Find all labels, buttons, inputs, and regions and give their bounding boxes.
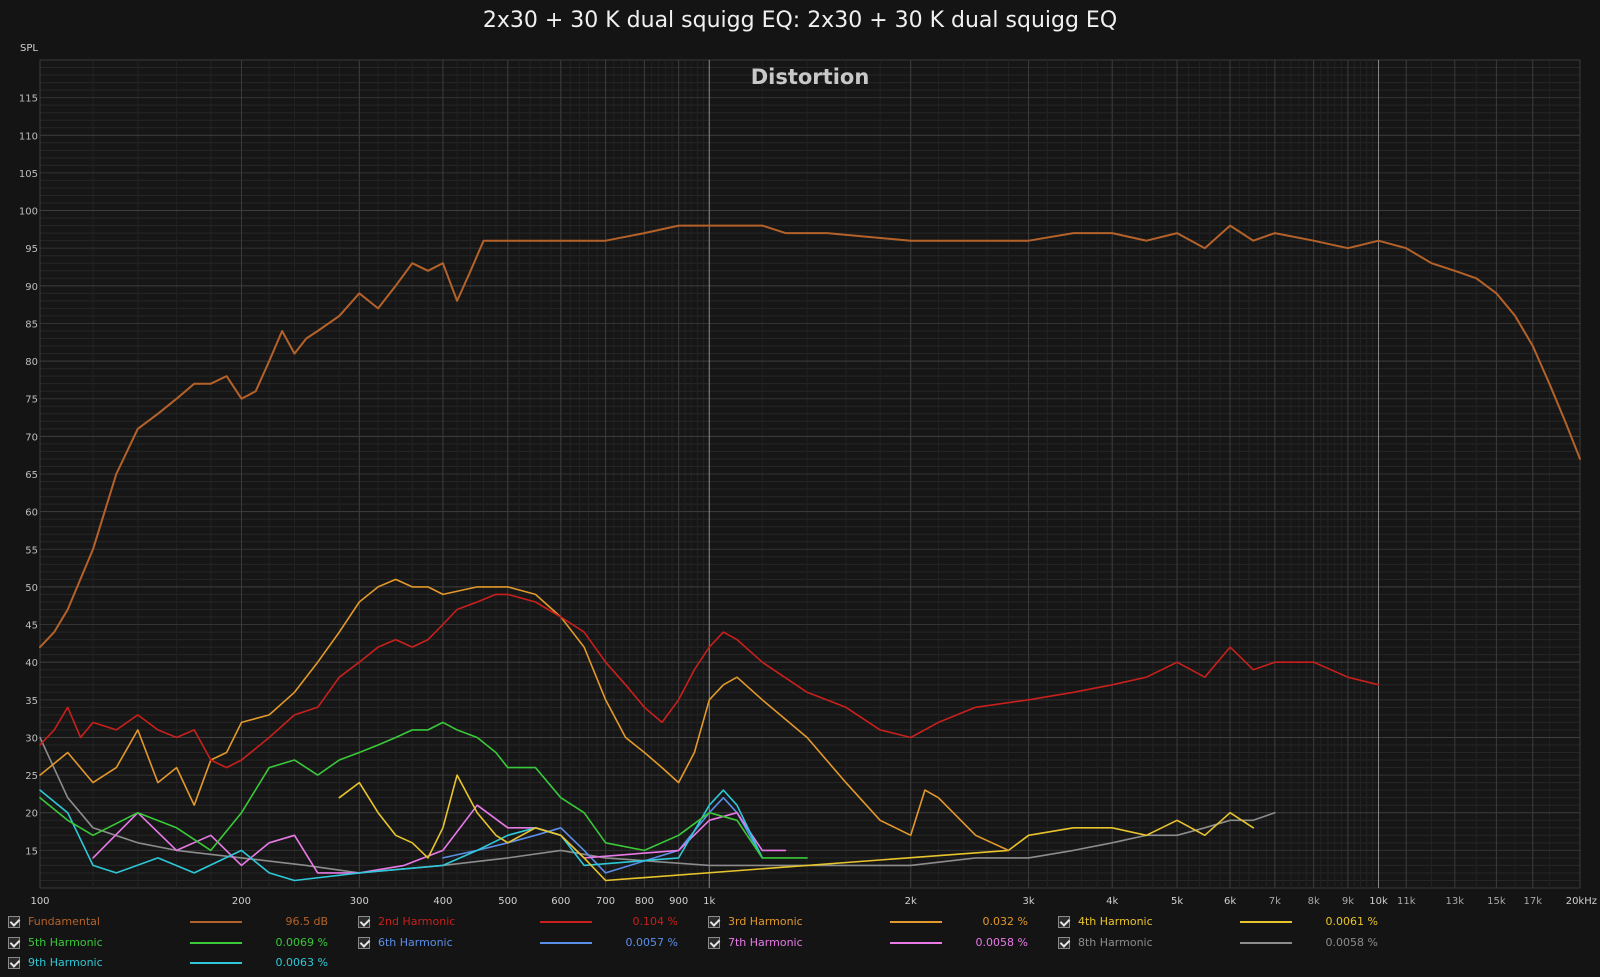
legend-label: 7th Harmonic bbox=[728, 935, 803, 949]
legend-value: 0.0058 % bbox=[1325, 935, 1378, 949]
x-tick-label: 900 bbox=[669, 896, 688, 907]
x-tick-label: 11k bbox=[1397, 896, 1416, 907]
legend-value: 0.0057 % bbox=[625, 935, 678, 949]
legend: Fundamental 96.5 dB 2nd Harmonic 0.104 % 3rd… bbox=[8, 913, 1600, 977]
legend-item-2nd-harmonic[interactable]: 2nd Harmonic 0.104 % bbox=[358, 913, 708, 933]
legend-item-3rd-harmonic[interactable]: 3rd Harmonic 0.032 % bbox=[708, 913, 1058, 933]
legend-checkbox-fundamental[interactable] bbox=[8, 916, 20, 928]
legend-label: 2nd Harmonic bbox=[378, 915, 456, 928]
legend-value: 0.104 % bbox=[632, 915, 678, 928]
chart-title: Distortion bbox=[751, 65, 870, 89]
legend-checkbox-3rd-harmonic[interactable] bbox=[708, 916, 720, 928]
y-tick-label: 40 bbox=[25, 658, 38, 669]
legend-checkbox-7th-harmonic[interactable] bbox=[708, 936, 720, 949]
legend-item-6th-harmonic[interactable]: 6th Harmonic 0.0057 % bbox=[358, 934, 708, 954]
x-tick-label: 3k bbox=[1023, 896, 1035, 907]
x-tick-label: 100 bbox=[30, 896, 49, 907]
y-tick-label: 100 bbox=[19, 207, 38, 218]
legend-label: 5th Harmonic bbox=[28, 935, 103, 949]
x-tick-label: 17k bbox=[1524, 896, 1543, 907]
x-tick-label: 5k bbox=[1171, 896, 1183, 907]
x-tick-label: 700 bbox=[596, 896, 615, 907]
x-tick-label: 13k bbox=[1446, 896, 1465, 907]
legend-label: 8th Harmonic bbox=[1078, 935, 1153, 949]
legend-checkbox-2nd-harmonic[interactable] bbox=[358, 916, 370, 928]
distortion-chart: 15 20 25 30 35 40 45 50 55 60 65 70 75 80 85 90 95 100 105… bbox=[19, 59, 1597, 907]
legend-value: 0.0061 % bbox=[1325, 915, 1378, 928]
y-tick-label: 30 bbox=[25, 733, 38, 744]
legend-checkbox-6th-harmonic[interactable] bbox=[358, 936, 370, 949]
legend-value: 0.0069 % bbox=[275, 935, 328, 949]
legend-swatch bbox=[1240, 921, 1292, 923]
y-tick-label: 105 bbox=[19, 169, 38, 180]
y-tick-labels: 15 20 25 30 35 40 45 50 55 60 65 70 75 80 85 90 95 100 105… bbox=[19, 94, 38, 858]
x-tick-label: 500 bbox=[498, 896, 517, 907]
x-tick-label: 9k bbox=[1342, 896, 1354, 907]
y-tick-label: 35 bbox=[25, 696, 38, 707]
legend-item-7th-harmonic[interactable]: 7th Harmonic 0.0058 % bbox=[708, 934, 1058, 954]
legend-item-fundamental[interactable]: Fundamental 96.5 dB bbox=[8, 913, 358, 933]
y-tick-label: 95 bbox=[25, 244, 38, 255]
legend-checkbox-9th-harmonic[interactable] bbox=[8, 957, 20, 969]
y-tick-label: 110 bbox=[19, 131, 38, 142]
x-tick-label: 10k bbox=[1369, 896, 1388, 907]
legend-label: 6th Harmonic bbox=[378, 935, 453, 949]
legend-label: 9th Harmonic bbox=[28, 956, 103, 969]
legend-value: 96.5 dB bbox=[285, 915, 328, 928]
x-tick-labels: 100 200 300 400 500 600 700 800 900 1k 2k 3k 4k 5k 6k 7… bbox=[30, 896, 1597, 907]
x-tick-label: 300 bbox=[350, 896, 369, 907]
legend-item-9th-harmonic[interactable]: 9th Harmonic 0.0063 % bbox=[8, 954, 358, 974]
legend-label: 4th Harmonic bbox=[1078, 915, 1153, 928]
x-tick-label: 7k bbox=[1269, 896, 1281, 907]
x-tick-label: 15k bbox=[1487, 896, 1506, 907]
y-tick-label: 20 bbox=[25, 809, 38, 820]
y-tick-label: 60 bbox=[25, 508, 38, 519]
y-tick-label: 75 bbox=[25, 395, 38, 406]
legend-swatch bbox=[890, 921, 942, 923]
legend-value: 0.0063 % bbox=[275, 956, 328, 969]
legend-checkbox-8th-harmonic[interactable] bbox=[1058, 936, 1070, 949]
legend-swatch bbox=[190, 941, 242, 944]
y-tick-label: 90 bbox=[25, 282, 38, 293]
y-tick-label: 85 bbox=[25, 319, 38, 330]
legend-swatch bbox=[190, 962, 242, 964]
y-tick-label: 65 bbox=[25, 470, 38, 481]
legend-item-5th-harmonic[interactable]: 5th Harmonic 0.0069 % bbox=[8, 934, 358, 954]
y-tick-label: 15 bbox=[25, 846, 38, 857]
legend-swatch bbox=[1240, 941, 1292, 944]
legend-value: 0.032 % bbox=[982, 915, 1028, 928]
x-tick-label: 800 bbox=[635, 896, 654, 907]
y-tick-label: 70 bbox=[25, 432, 38, 443]
x-tick-label: 200 bbox=[232, 896, 251, 907]
x-tick-label: 1k bbox=[703, 896, 715, 907]
legend-label: Fundamental bbox=[28, 915, 100, 928]
legend-item-8th-harmonic[interactable]: 8th Harmonic 0.0058 % bbox=[1058, 934, 1408, 954]
legend-swatch bbox=[190, 921, 242, 923]
x-tick-label: 400 bbox=[433, 896, 452, 907]
y-tick-label: 25 bbox=[25, 771, 38, 782]
y-tick-label: 45 bbox=[25, 621, 38, 632]
x-tick-label: 20kHz bbox=[1566, 896, 1597, 907]
x-tick-label: 8k bbox=[1308, 896, 1320, 907]
legend-checkbox-4th-harmonic[interactable] bbox=[1058, 916, 1070, 928]
x-tick-label: 6k bbox=[1224, 896, 1236, 907]
legend-swatch bbox=[540, 921, 592, 923]
legend-label: 3rd Harmonic bbox=[728, 915, 803, 928]
y-tick-label: 115 bbox=[19, 94, 38, 105]
x-tick-label: 2k bbox=[905, 896, 917, 907]
y-tick-label: 55 bbox=[25, 545, 38, 556]
x-tick-label: 600 bbox=[551, 896, 570, 907]
legend-checkbox-5th-harmonic[interactable] bbox=[8, 936, 20, 949]
y-tick-label: 50 bbox=[25, 583, 38, 594]
x-tick-label: 4k bbox=[1106, 896, 1118, 907]
legend-swatch bbox=[540, 941, 592, 944]
legend-swatch bbox=[890, 941, 942, 944]
y-tick-label: 80 bbox=[25, 357, 38, 368]
legend-item-4th-harmonic[interactable]: 4th Harmonic 0.0061 % bbox=[1058, 913, 1408, 933]
legend-value: 0.0058 % bbox=[975, 935, 1028, 949]
